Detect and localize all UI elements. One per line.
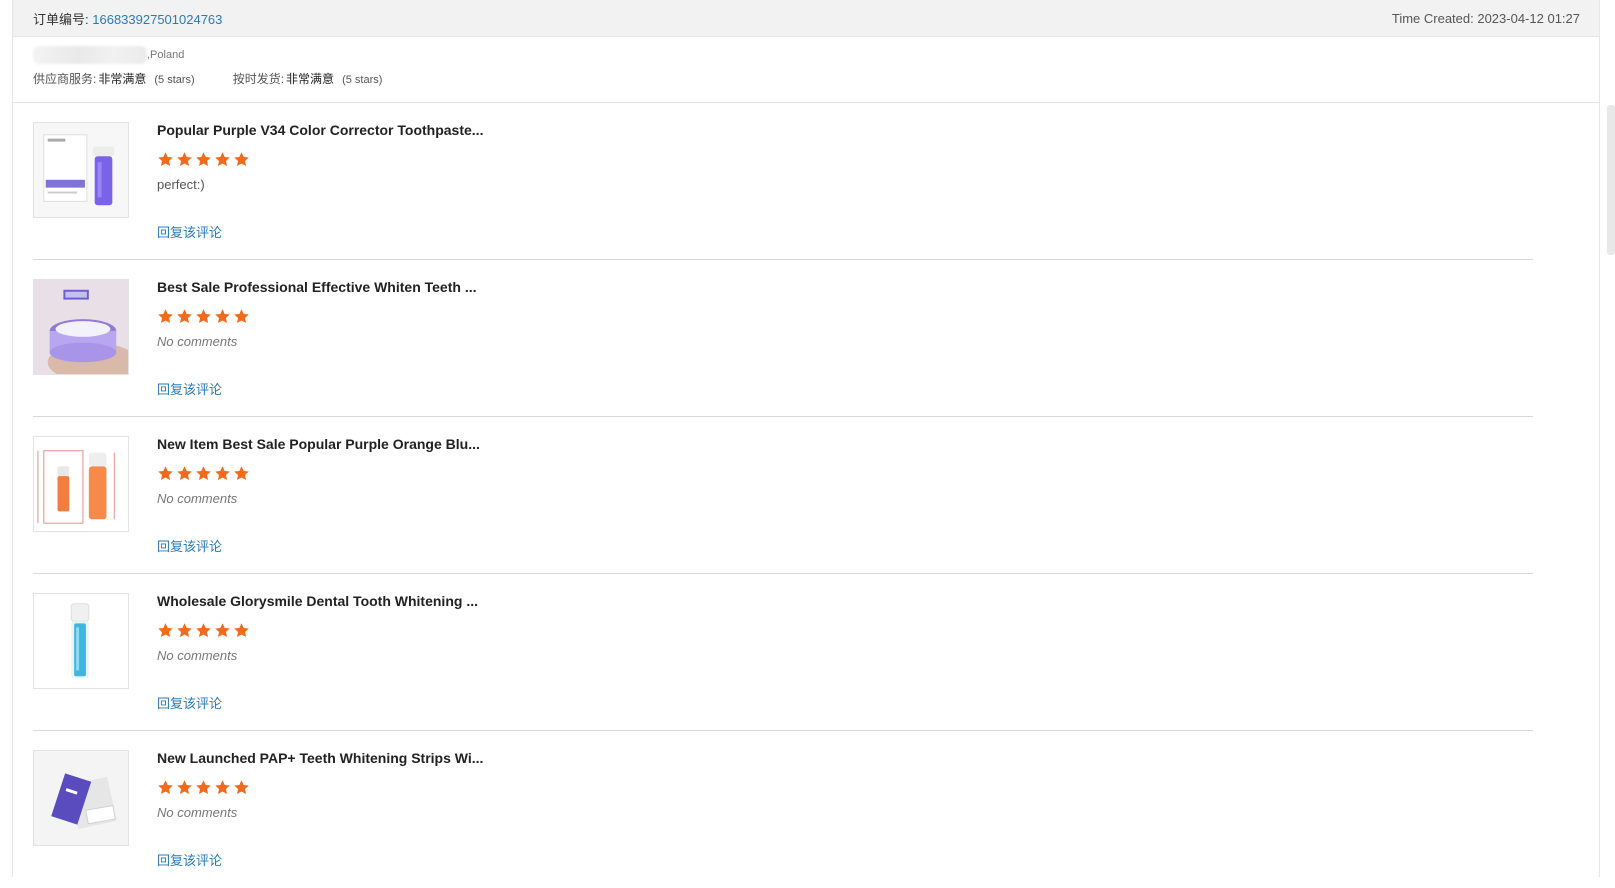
time-created: Time Created: 2023-04-12 01:27 [1391,10,1580,26]
star-icon [215,623,230,638]
product-thumbnail[interactable] [33,436,129,532]
review-stars [157,308,250,325]
star-icon [177,780,192,795]
star-icon [234,623,249,638]
review-comment: No comments [157,334,238,349]
star-icon [196,309,211,324]
product-title[interactable]: New Item Best Sale Popular Purple Orange… [157,436,480,452]
order-number: 订单编号: 166833927501024763 [33,9,222,28]
product-thumbnail[interactable] [33,279,129,375]
rating-label: 供应商服务: [33,72,97,86]
product-title[interactable]: Popular Purple V34 Color Corrector Tooth… [157,122,483,138]
star-icon [196,466,211,481]
star-icon [234,466,249,481]
star-icon [177,152,192,167]
review-stars [157,779,250,796]
reply-review-link[interactable]: 回复该评论 [157,693,222,712]
star-icon [158,780,173,795]
star-icon [234,152,249,167]
rating-label: 按时发货: [232,72,285,86]
order-review-panel: 订单编号: 166833927501024763 Time Created: 2… [12,0,1600,877]
rating-stars-text: (5 stars) [154,74,195,86]
product-title[interactable]: New Launched PAP+ Teeth Whitening Strips… [157,750,483,766]
rating-value: 非常满意 [98,72,147,86]
review-stars [157,465,250,482]
orange-bottles-thumbnail-icon [34,437,128,531]
rating-value: 非常满意 [286,72,335,86]
star-icon [215,780,230,795]
star-icon [196,780,211,795]
review-item: Best Sale Professional Effective Whiten … [33,260,1533,417]
star-icon [196,152,211,167]
review-item: Popular Purple V34 Color Corrector Tooth… [33,103,1533,260]
product-thumbnail[interactable] [33,122,129,218]
star-icon [177,466,192,481]
product-title[interactable]: Wholesale Glorysmile Dental Tooth Whiten… [157,593,478,609]
reply-review-link[interactable]: 回复该评论 [157,536,222,555]
review-comment: No comments [157,648,238,663]
star-icon [158,466,173,481]
star-icon [215,466,230,481]
star-icon [158,152,173,167]
order-header: 订单编号: 166833927501024763 Time Created: 2… [13,0,1599,37]
buyer-info: ,Poland 供应商服务: 非常满意 (5 stars) 按时发货: 非常满意… [33,44,420,87]
review-item: Wholesale Glorysmile Dental Tooth Whiten… [33,574,1533,731]
star-icon [177,623,192,638]
blue-bottle-thumbnail-icon [34,594,128,688]
review-list: Popular Purple V34 Color Corrector Tooth… [33,103,1533,888]
reply-review-link[interactable]: 回复该评论 [157,379,222,398]
star-icon [177,309,192,324]
review-comment: No comments [157,491,238,506]
purple-jar-thumbnail-icon [34,280,128,374]
order-number-label: 订单编号: [33,11,89,27]
star-icon [215,152,230,167]
review-stars [157,622,250,639]
star-icon [234,309,249,324]
rating-supplier-service: 供应商服务: 非常满意 (5 stars) [33,70,195,87]
reply-review-link[interactable]: 回复该评论 [157,850,222,869]
order-number-link[interactable]: 166833927501024763 [92,12,222,27]
star-icon [158,309,173,324]
rating-on-time-delivery: 按时发货: 非常满意 (5 stars) [233,70,383,87]
star-icon [215,309,230,324]
reply-review-link[interactable]: 回复该评论 [157,222,222,241]
product-title[interactable]: Best Sale Professional Effective Whiten … [157,279,477,295]
seller-ratings: 供应商服务: 非常满意 (5 stars) 按时发货: 非常满意 (5 star… [33,70,420,87]
review-item: New Item Best Sale Popular Purple Orange… [33,417,1533,574]
star-icon [158,623,173,638]
blurred-buyer-name [33,46,147,64]
scrollbar[interactable] [1607,105,1615,255]
whitening-strips-thumbnail-icon [34,751,128,845]
review-stars [157,151,250,168]
star-icon [234,780,249,795]
rating-stars-text: (5 stars) [342,74,383,86]
buyer-country: ,Poland [147,49,185,61]
review-item: New Launched PAP+ Teeth Whitening Strips… [33,731,1533,888]
product-thumbnail[interactable] [33,593,129,689]
review-comment: No comments [157,805,238,820]
product-thumbnail[interactable] [33,750,129,846]
purple-toothpaste-box-thumbnail-icon [34,123,128,217]
star-icon [196,623,211,638]
review-comment: perfect:) [157,177,205,192]
buyer-location: ,Poland [33,44,420,66]
